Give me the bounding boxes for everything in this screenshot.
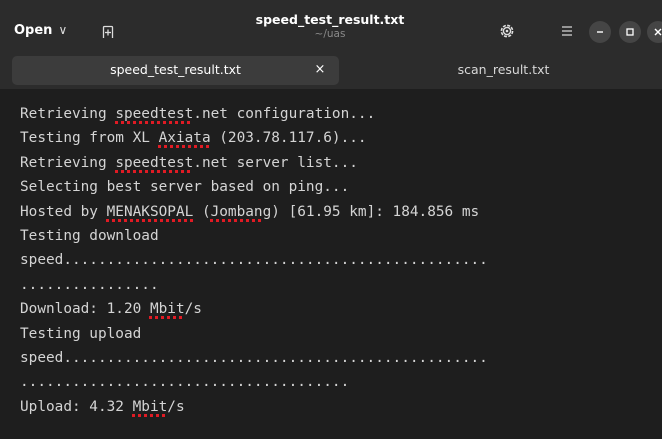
text-editor-area[interactable]: Retrieving speedtest.net configuration..… <box>0 89 662 439</box>
settings-icon <box>500 24 514 38</box>
close-window-button[interactable] <box>647 21 662 43</box>
tab-label: scan_result.txt <box>457 62 550 77</box>
open-button-label: Open <box>14 22 53 38</box>
text-line: speed...................................… <box>20 346 488 370</box>
text-segment: ( <box>193 203 211 220</box>
text-segment: (203.78.117.6)... <box>210 130 367 147</box>
text-line: Testing download <box>20 224 488 248</box>
text-segment: /s <box>167 398 185 415</box>
text-segment: speed...................................… <box>20 349 488 366</box>
tab-bar: speed_test_result.txt × scan_result.txt <box>0 54 662 89</box>
settings-button[interactable] <box>496 20 518 42</box>
misspelled-word: Jombang <box>210 203 272 220</box>
main-menu-button[interactable] <box>556 20 578 42</box>
text-segment: ................ <box>20 276 159 293</box>
minimize-button[interactable] <box>589 21 611 43</box>
text-segment: Retrieving <box>20 106 116 122</box>
maximize-icon <box>626 28 634 36</box>
text-segment: Testing upload <box>20 325 142 342</box>
maximize-button[interactable] <box>619 21 641 43</box>
text-line: Hosted by MENAKSOPAL (Jombang) [61.95 km… <box>20 200 488 224</box>
text-segment: Upload: 4.32 <box>20 398 133 415</box>
text-line: Retrieving speedtest.net configuration..… <box>20 102 488 126</box>
misspelled-word: speedtest <box>115 154 194 171</box>
text-segment: .net server list... <box>193 154 358 171</box>
text-line: Testing upload <box>20 322 488 346</box>
text-segment: Testing download <box>20 227 159 244</box>
minimize-icon <box>597 31 603 33</box>
headerbar: Open ∨ speed_test_result.txt ~/uas <box>0 0 662 54</box>
text-segment: ...................................... <box>20 374 350 391</box>
text-line: ...................................... <box>20 370 488 394</box>
text-line: Testing from XL Axiata (203.78.117.6)... <box>20 126 488 150</box>
text-editor-window: Open ∨ speed_test_result.txt ~/uas speed… <box>0 0 662 439</box>
text-line: Selecting best server based on ping... <box>20 175 488 199</box>
text-segment: Hosted by <box>20 203 107 220</box>
text-segment: Selecting best server based on ping... <box>20 179 350 196</box>
tab-label: speed_test_result.txt <box>110 62 241 77</box>
new-tab-icon <box>102 25 114 38</box>
text-segment: Download: 1.20 <box>20 301 150 318</box>
text-segment: Testing from XL <box>20 130 159 147</box>
text-line: Download: 1.20 Mbit/s <box>20 297 488 321</box>
window-title-block: speed_test_result.txt ~/uas <box>200 12 460 41</box>
text-line: ................ <box>20 273 488 297</box>
misspelled-word: Axiata <box>158 130 211 147</box>
text-segment: /s <box>184 301 202 318</box>
text-line: speed...................................… <box>20 248 488 272</box>
text-segment: speed...................................… <box>20 252 488 269</box>
menu-icon <box>562 26 572 36</box>
new-tab-button[interactable] <box>97 21 119 43</box>
text-segment: Retrieving <box>20 154 116 171</box>
document-text: Retrieving speedtest.net configuration..… <box>20 102 488 419</box>
text-segment: .net configuration... <box>193 106 376 122</box>
misspelled-word: Mbit <box>132 398 168 415</box>
text-segment: ) [61.95 km]: 184.856 ms <box>271 203 480 220</box>
misspelled-word: MENAKSOPAL <box>106 203 194 220</box>
text-line: Retrieving speedtest.net server list... <box>20 151 488 175</box>
chevron-down-icon: ∨ <box>58 23 68 37</box>
tab-scan-result[interactable]: scan_result.txt <box>345 56 662 85</box>
tab-close-icon[interactable]: × <box>311 61 329 79</box>
misspelled-word: Mbit <box>149 301 185 318</box>
close-icon <box>654 28 662 36</box>
open-button[interactable]: Open ∨ <box>14 19 67 41</box>
misspelled-word: speedtest <box>115 106 194 122</box>
window-title: speed_test_result.txt <box>255 12 405 27</box>
tab-speed-test-result[interactable]: speed_test_result.txt × <box>12 56 339 85</box>
text-line: Upload: 4.32 Mbit/s <box>20 395 488 419</box>
window-subtitle: ~/uas <box>314 28 346 40</box>
